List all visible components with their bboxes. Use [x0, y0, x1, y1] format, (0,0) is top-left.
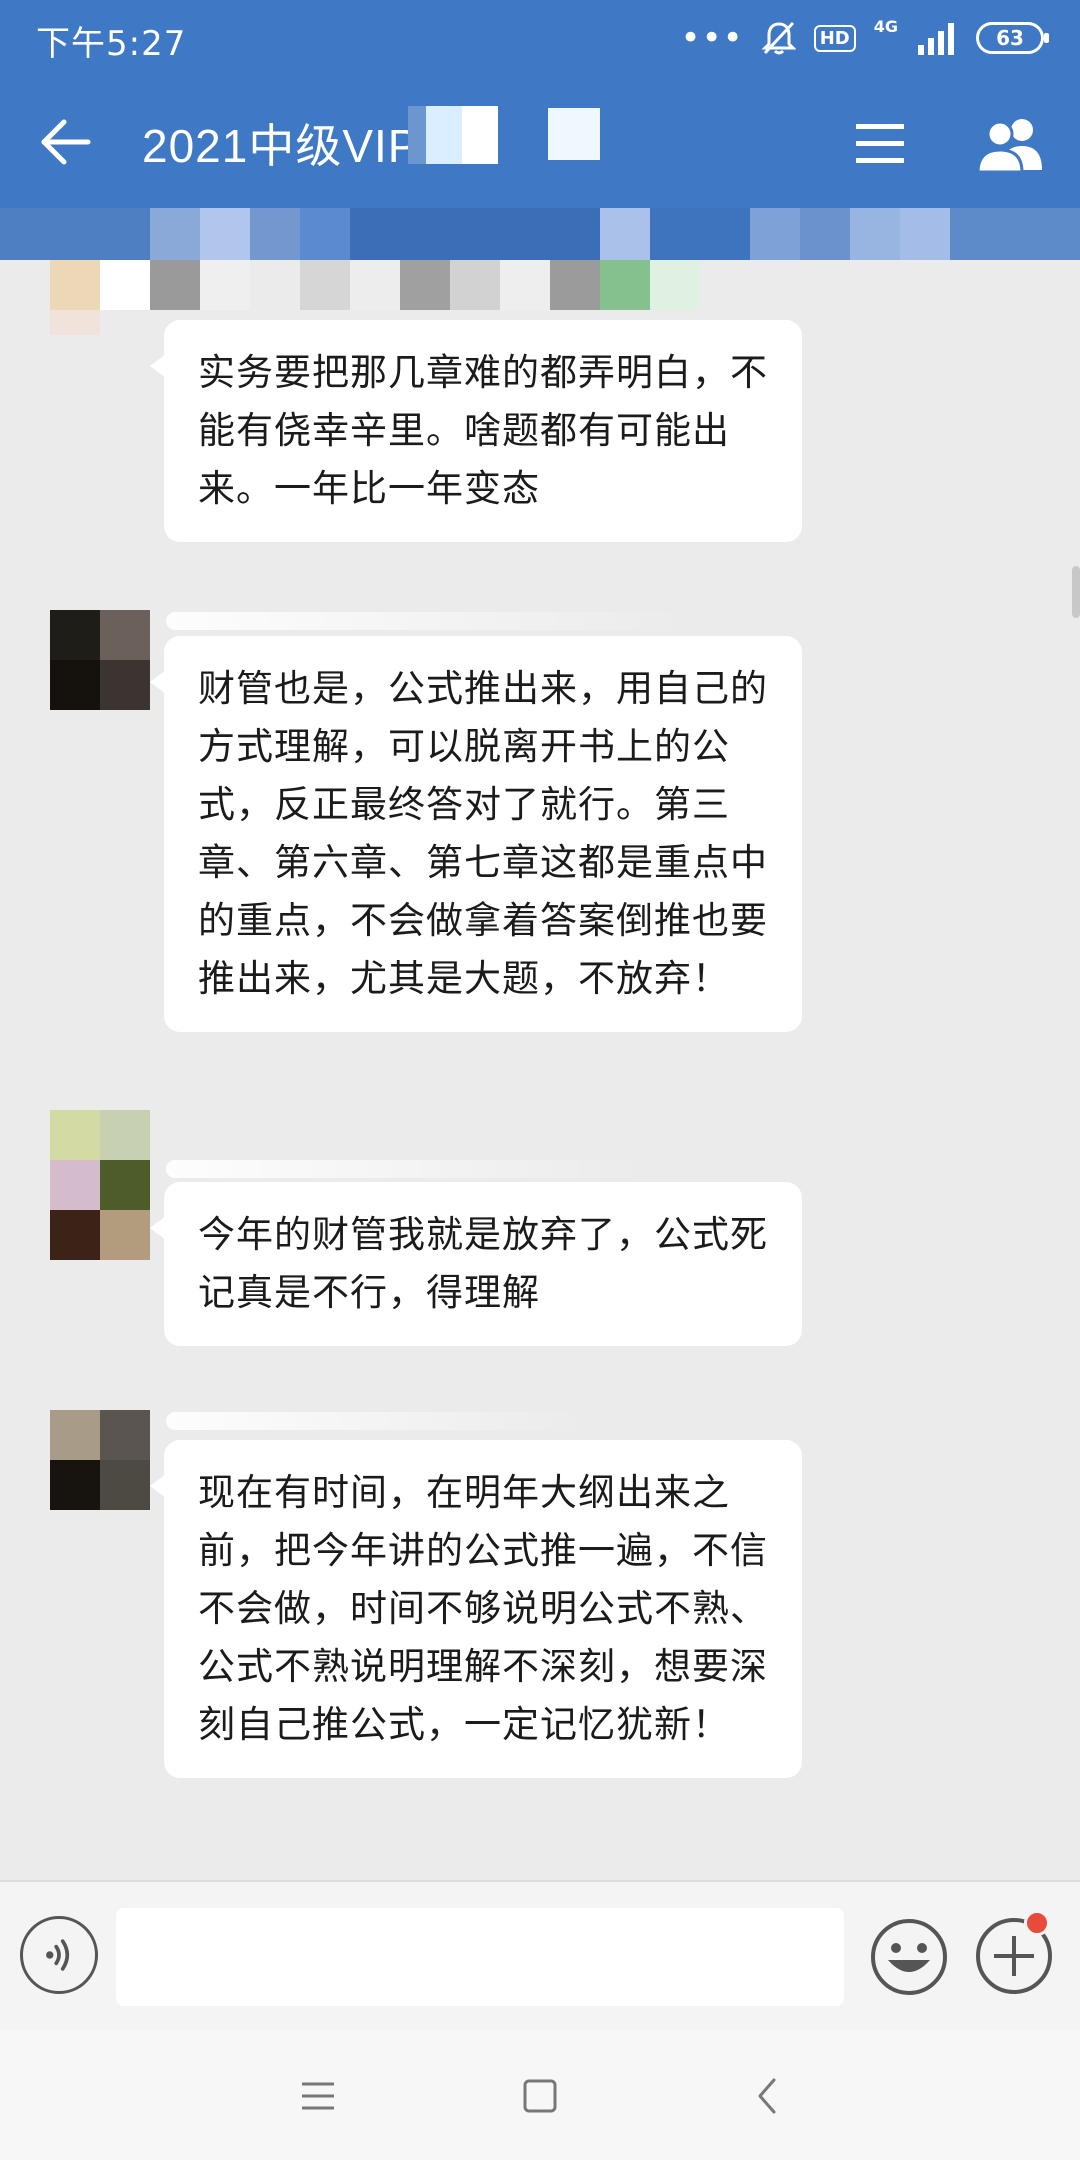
chat-header: 2021中级VIP: [0, 76, 1080, 208]
message-input[interactable]: [116, 1908, 844, 2006]
title-redaction: [548, 108, 600, 160]
message-bubble[interactable]: 实务要把那几章难的都弄明白，不能有侥幸辛里。啥题都有可能出来。一年比一年变态: [150, 320, 802, 542]
nav-home-icon[interactable]: [510, 2066, 570, 2126]
members-icon[interactable]: [976, 114, 1048, 174]
message-bubble[interactable]: 现在有时间，在明年大纲出来之前，把今年讲的公式推一遍，不信不会做，时间不够说明公…: [150, 1440, 802, 1778]
status-time: 下午5:27: [36, 24, 187, 64]
avatar[interactable]: [50, 1410, 150, 1510]
status-bar: 下午5:27 ••• HD 4G 63: [0, 0, 1080, 76]
more-dots: •••: [680, 18, 744, 58]
title-redaction: [408, 106, 498, 164]
avatar[interactable]: [50, 610, 150, 710]
voice-icon[interactable]: [20, 1916, 98, 1994]
network-type: 4G: [873, 16, 898, 36]
avatar[interactable]: [50, 1110, 150, 1260]
bell-muted-icon: [761, 21, 796, 55]
scrollbar-thumb[interactable]: [1072, 566, 1080, 618]
sender-name-redacted: [166, 1412, 586, 1430]
nav-back-icon[interactable]: [738, 2066, 798, 2126]
message-text: 实务要把那几章难的都弄明白，不能有侥幸辛里。啥题都有可能出来。一年比一年变态: [198, 351, 768, 510]
system-nav-bar: [0, 2030, 1080, 2160]
message-text: 现在有时间，在明年大纲出来之前，把今年讲的公式推一遍，不信不会做，时间不够说明公…: [198, 1471, 768, 1746]
sender-name-redacted: [166, 612, 686, 630]
message-text: 财管也是，公式推出来，用自己的方式理解，可以脱离开书上的公式，反正最终答对了就行…: [198, 667, 768, 1000]
message-bubble[interactable]: 财管也是，公式推出来，用自己的方式理解，可以脱离开书上的公式，反正最终答对了就行…: [150, 636, 802, 1032]
message-bubble[interactable]: 今年的财管我就是放弃了，公式死记真是不行，得理解: [150, 1182, 802, 1346]
hd-badge: HD: [813, 24, 856, 52]
avatar[interactable]: [50, 310, 150, 360]
pinned-banner-redacted: [0, 208, 1080, 260]
battery-indicator: 63: [976, 22, 1049, 54]
back-arrow-icon[interactable]: [36, 112, 96, 172]
redacted-content: [0, 260, 1080, 310]
nav-recents-icon[interactable]: [288, 2066, 348, 2126]
chat-title: 2021中级VIP: [142, 120, 420, 172]
emoji-icon[interactable]: [870, 1918, 948, 1996]
status-icons: ••• HD 4G 63: [680, 14, 1049, 62]
signal-icon: [918, 23, 954, 55]
menu-icon[interactable]: [852, 116, 908, 172]
notification-dot: [1024, 1910, 1050, 1936]
input-bar: [0, 1880, 1080, 2030]
sender-name-redacted: [166, 1160, 646, 1178]
message-text: 今年的财管我就是放弃了，公式死记真是不行，得理解: [198, 1213, 768, 1314]
